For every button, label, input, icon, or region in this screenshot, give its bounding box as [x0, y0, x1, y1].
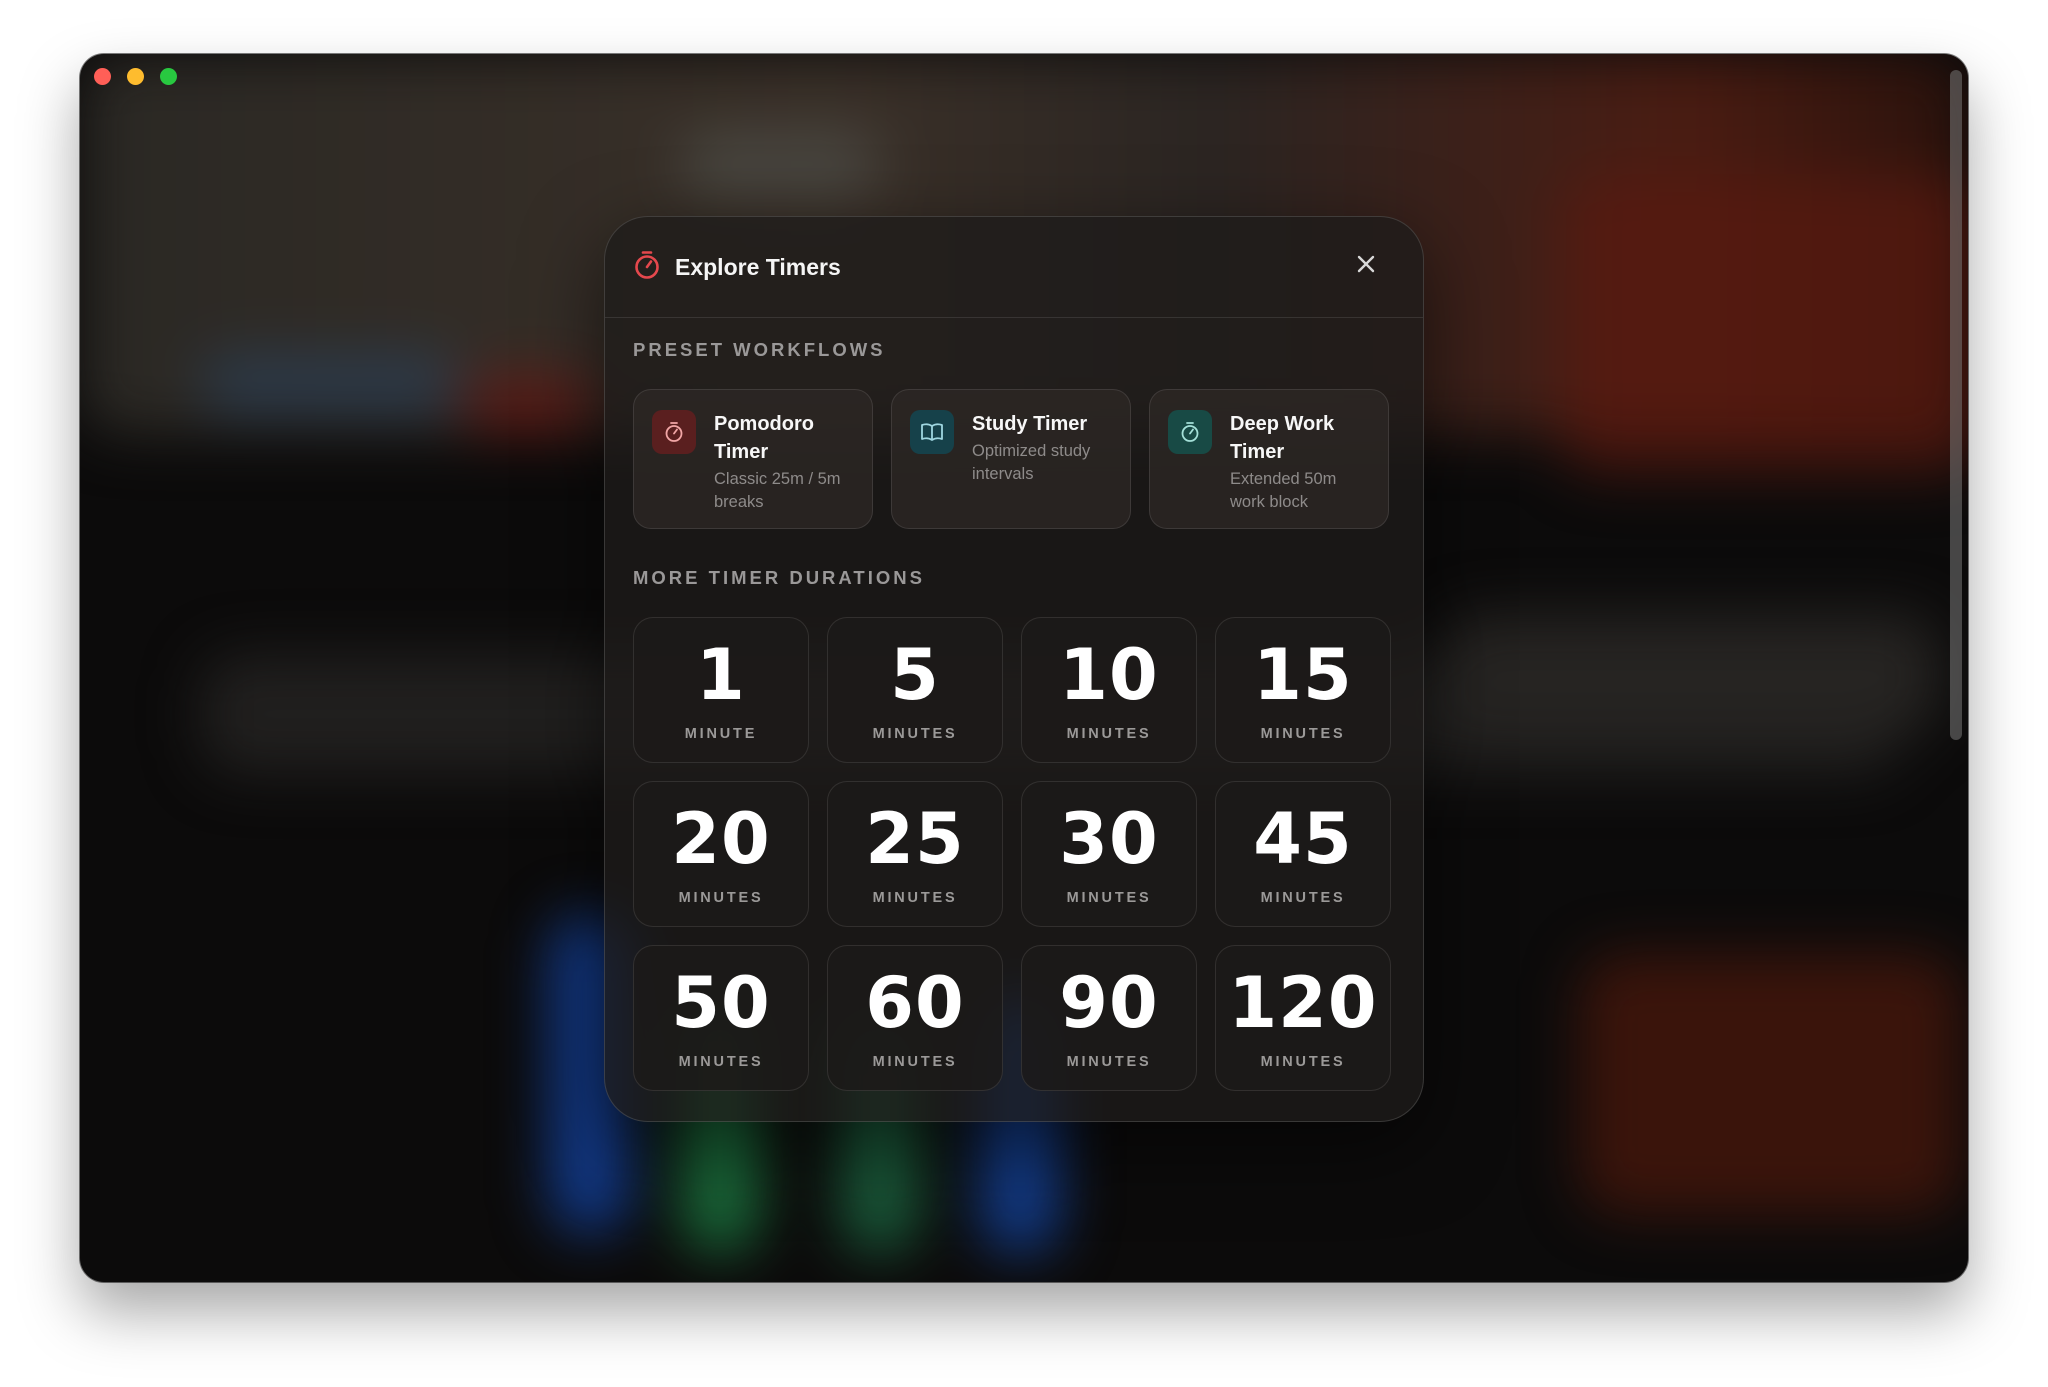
duration-tile-45[interactable]: 45 MINUTES	[1215, 781, 1391, 927]
preset-pomodoro-timer[interactable]: Pomodoro Timer Classic 25m / 5m breaks	[633, 389, 873, 529]
preset-description: Classic 25m / 5m breaks	[714, 470, 841, 511]
duration-unit: MINUTES	[1066, 890, 1152, 906]
duration-unit: MINUTES	[678, 1054, 764, 1070]
duration-value: 120	[1228, 962, 1378, 1044]
preset-workflows-label: PRESET WORKFLOWS	[633, 339, 886, 360]
duration-tile-90[interactable]: 90 MINUTES	[1021, 945, 1197, 1091]
duration-value: 10	[1059, 634, 1159, 716]
modal-header: Explore Timers	[605, 217, 1423, 318]
preset-title: Deep Work Timer	[1230, 413, 1335, 463]
explore-timers-modal: Explore Timers PRESET WORKFLOWS Pomodoro…	[604, 216, 1424, 1122]
modal-title: Explore Timers	[675, 253, 841, 280]
preset-deep-work-timer[interactable]: Deep Work Timer Extended 50m work block	[1149, 389, 1389, 529]
duration-unit: MINUTES	[872, 1054, 958, 1070]
duration-value: 60	[865, 962, 965, 1044]
close-icon	[1356, 254, 1376, 279]
preset-description: Extended 50m work block	[1230, 470, 1337, 511]
stopwatch-icon	[652, 410, 696, 454]
duration-value: 1	[696, 634, 746, 716]
duration-unit: MINUTES	[1260, 1054, 1346, 1070]
duration-unit: MINUTES	[1066, 726, 1152, 742]
preset-title: Pomodoro Timer	[714, 413, 814, 463]
window-close-button[interactable]	[94, 68, 111, 85]
preset-workflows-list: Pomodoro Timer Classic 25m / 5m breaks S…	[633, 389, 1389, 529]
stopwatch-icon	[633, 250, 661, 285]
duration-value: 20	[671, 798, 771, 880]
close-button[interactable]	[1351, 251, 1381, 281]
duration-tile-120[interactable]: 120 MINUTES	[1215, 945, 1391, 1091]
duration-unit: MINUTE	[684, 726, 758, 742]
duration-grid: 1 MINUTE 5 MINUTES 10 MINUTES 15 MINUTES 20 M…	[633, 617, 1391, 1091]
preset-description: Optimized study intervals	[972, 442, 1091, 483]
duration-tile-20[interactable]: 20 MINUTES	[633, 781, 809, 927]
duration-unit: MINUTES	[872, 890, 958, 906]
window-zoom-button[interactable]	[160, 68, 177, 85]
duration-unit: MINUTES	[1260, 726, 1346, 742]
duration-unit: MINUTES	[1066, 1054, 1152, 1070]
duration-tile-25[interactable]: 25 MINUTES	[827, 781, 1003, 927]
duration-tile-10[interactable]: 10 MINUTES	[1021, 617, 1197, 763]
duration-unit: MINUTES	[1260, 890, 1346, 906]
duration-tile-30[interactable]: 30 MINUTES	[1021, 781, 1197, 927]
book-icon	[910, 410, 954, 454]
app-window: Explore Timers PRESET WORKFLOWS Pomodoro…	[80, 54, 1968, 1282]
duration-tile-5[interactable]: 5 MINUTES	[827, 617, 1003, 763]
duration-tile-60[interactable]: 60 MINUTES	[827, 945, 1003, 1091]
duration-value: 90	[1059, 962, 1159, 1044]
scrollbar[interactable]	[1950, 70, 1962, 740]
preset-study-timer[interactable]: Study Timer Optimized study intervals	[891, 389, 1131, 529]
duration-value: 30	[1059, 798, 1159, 880]
duration-tile-50[interactable]: 50 MINUTES	[633, 945, 809, 1091]
window-minimize-button[interactable]	[127, 68, 144, 85]
more-timer-durations-label: MORE TIMER DURATIONS	[633, 567, 925, 588]
stopwatch-icon	[1168, 410, 1212, 454]
duration-value: 25	[865, 798, 965, 880]
preset-title: Study Timer	[972, 413, 1088, 435]
duration-tile-15[interactable]: 15 MINUTES	[1215, 617, 1391, 763]
duration-value: 50	[671, 962, 771, 1044]
window-controls	[94, 68, 177, 85]
duration-value: 15	[1253, 634, 1353, 716]
duration-tile-1[interactable]: 1 MINUTE	[633, 617, 809, 763]
duration-value: 5	[890, 634, 940, 716]
duration-unit: MINUTES	[872, 726, 958, 742]
duration-value: 45	[1253, 798, 1353, 880]
duration-unit: MINUTES	[678, 890, 764, 906]
